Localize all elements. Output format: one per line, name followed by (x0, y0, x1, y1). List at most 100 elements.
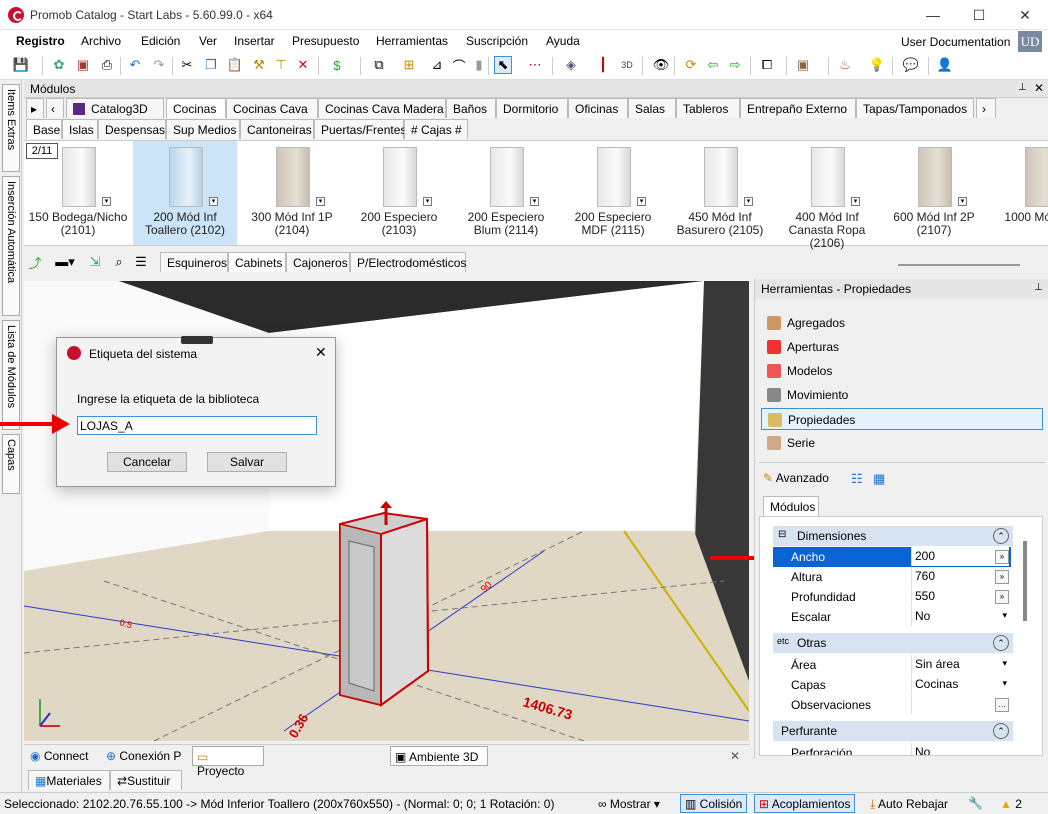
prop-escalar-value[interactable]: No (911, 607, 1009, 626)
cattab-cabinets[interactable]: Cabinets (228, 252, 286, 272)
prop-ancho[interactable]: Ancho 200» (773, 547, 1011, 567)
box-icon[interactable]: ▣ (794, 56, 812, 74)
tab-banos[interactable]: Baños (446, 98, 496, 118)
ellipsis-button[interactable]: » (995, 590, 1009, 604)
collapse-icon[interactable]: ⌃ (993, 723, 1009, 739)
tab-lista-modulos[interactable]: Lista de Módulos (2, 320, 20, 430)
panel-pin-icon[interactable]: ⊥ (1034, 282, 1043, 293)
auto-rebajar-toggle[interactable]: ⤓ Auto Rebajar (870, 797, 948, 812)
module-item[interactable]: ▾ 200 Especiero Blum (2114) (454, 141, 558, 245)
prop-altura[interactable]: Altura 760» (773, 567, 1011, 587)
subtab-sup-medios[interactable]: Sup Medios (166, 119, 240, 139)
maximize-button[interactable]: ☐ (956, 0, 1002, 30)
collapse-icon[interactable]: ⌃ (993, 528, 1009, 544)
module-option-checkbox[interactable]: ▾ (530, 197, 539, 206)
collapse-icon[interactable]: ⌃ (993, 635, 1009, 651)
rotate-icon[interactable]: ⟳ (682, 56, 700, 74)
redo-icon[interactable]: ↷ (150, 56, 168, 74)
minimize-button[interactable]: — (910, 0, 956, 30)
eye-icon[interactable]: 👁 (652, 56, 670, 74)
tab-catalog3d[interactable]: Catalog3D (66, 98, 164, 118)
menu-edicion[interactable]: Edición (141, 34, 180, 48)
tool-propiedades[interactable]: Propiedades (761, 408, 1043, 430)
module-item[interactable]: ▾ 450 Mód Inf Basurero (2105) (668, 141, 772, 245)
chevron-down-icon[interactable]: ▾ (1002, 610, 1007, 621)
chevron-down-icon[interactable]: ▾ (1002, 678, 1007, 689)
tab-insercion-automatica[interactable]: Inserción Automática (2, 176, 20, 316)
tabs-next-icon[interactable]: › (976, 98, 996, 118)
cattab-esquineros[interactable]: Esquineros (160, 252, 228, 272)
module-option-checkbox[interactable]: ▾ (316, 197, 325, 206)
conexion-tab[interactable]: ⊕ Conexión P (106, 749, 181, 763)
module-option-checkbox[interactable]: ▾ (637, 197, 646, 206)
dialog-drag-handle[interactable] (181, 336, 213, 344)
subtab-cantoneiras[interactable]: Cantoneiras (240, 119, 314, 139)
tab-cocinas[interactable]: Cocinas (166, 98, 226, 118)
cattab-electrodomesticos[interactable]: P/Electrodomésticos (350, 252, 466, 272)
dimension-icon[interactable]: ┃ (594, 56, 612, 74)
view-3d-icon[interactable]: 3D (618, 56, 636, 74)
binoculars-icon[interactable]: ⌕ (110, 253, 128, 271)
advanced-toggle[interactable]: ✎ Avanzado (763, 471, 829, 485)
close-button[interactable]: ✕ (1002, 0, 1048, 30)
ellipsis-button[interactable]: … (995, 698, 1009, 712)
arrow-left-icon[interactable]: ⇦ (704, 56, 722, 74)
prop-capas[interactable]: Capas Cocinas ▾ (773, 675, 1011, 695)
tab-cocinas-cava[interactable]: Cocinas Cava (226, 98, 318, 118)
menu-ver[interactable]: Ver (199, 34, 217, 48)
section-dimensiones[interactable]: ⊟ Dimensiones ⌃ (773, 526, 1013, 546)
colision-toggle[interactable]: ▥ Colisión (680, 794, 748, 813)
ellipsis-button[interactable]: » (995, 550, 1009, 564)
library-label-input[interactable] (77, 416, 317, 435)
delete-icon[interactable]: ✕ (294, 56, 312, 74)
module-option-checkbox[interactable]: ▾ (958, 197, 967, 206)
cancel-button[interactable]: Cancelar (107, 452, 187, 472)
prop-perforacion[interactable]: Perforación No (773, 743, 1011, 755)
insert-tool-icon[interactable]: ⤴ (26, 253, 44, 271)
undo-icon[interactable]: ↶ (126, 56, 144, 74)
property-scrollbar[interactable] (1023, 541, 1027, 621)
subtab-puertas-frentes[interactable]: Puertas/Frentes (314, 119, 406, 139)
kitchen-icon[interactable]: ♨ (836, 56, 854, 74)
draw-icon[interactable]: ⌒ (450, 56, 468, 74)
tab-items-extras[interactable]: Items Extras (2, 84, 20, 172)
cut-icon[interactable]: ✂ (178, 56, 196, 74)
proyecto-tab[interactable]: ▭ Proyecto (192, 746, 264, 778)
menu-ayuda[interactable]: Ayuda (546, 34, 580, 48)
menu-herramientas[interactable]: Herramientas (376, 34, 448, 48)
menu-registro[interactable]: Registro (16, 34, 65, 48)
tool-movimiento[interactable]: Movimiento (761, 384, 1043, 406)
list-view-icon[interactable]: ☰ (132, 253, 150, 271)
budget-icon[interactable]: $ (328, 56, 346, 74)
section-perfurante[interactable]: Perfurante ⌃ (773, 721, 1013, 741)
tool-agregados[interactable]: Agregados (761, 312, 1043, 334)
menu-suscripcion[interactable]: Suscripción (466, 34, 528, 48)
module-item[interactable]: ▾1000 Mó (211 (989, 141, 1048, 245)
ellipsis-button[interactable]: » (995, 570, 1009, 584)
account-icon[interactable]: 👤 (936, 56, 954, 74)
table-view-icon[interactable]: ▦ (873, 471, 885, 487)
hammer-icon[interactable]: ⚒ (250, 56, 268, 74)
select-cursor-icon[interactable]: ⬉ (494, 56, 512, 74)
print-preview-icon[interactable]: ⎙ (98, 56, 116, 74)
paste-icon[interactable]: 📋 (226, 56, 244, 74)
chat-icon[interactable]: 💬 (902, 56, 920, 74)
render-icon[interactable]: ✿ (50, 56, 68, 74)
panel-close-icon[interactable]: ✕ (1034, 81, 1044, 95)
import-icon[interactable]: ⇲ (86, 253, 104, 271)
tools-icon[interactable]: 🔧 (968, 796, 983, 810)
bottom-close-icon[interactable]: ✕ (730, 749, 740, 763)
tab-tapas-tamponados[interactable]: Tapas/Tamponados (856, 98, 974, 118)
tool-aperturas[interactable]: Aperturas (761, 336, 1043, 358)
tool-serie[interactable]: Serie (761, 432, 1043, 454)
prop-observaciones[interactable]: Observaciones… (773, 695, 1011, 715)
chevron-down-icon[interactable]: ▾ (1002, 658, 1007, 669)
tab-modulos[interactable]: Módulos (763, 496, 819, 516)
menu-archivo[interactable]: Archivo (81, 34, 121, 48)
tool-modelos[interactable]: Modelos (761, 360, 1043, 382)
module-item[interactable]: ▾ 200 Mód Inf Toallero (2102) (133, 141, 237, 245)
layers-icon[interactable]: ◈ (562, 56, 580, 74)
tabs-prev-icon[interactable]: ‹ (46, 98, 64, 118)
pin-icon[interactable]: ⊥ (1018, 82, 1027, 93)
user-avatar[interactable]: UD (1018, 31, 1042, 53)
